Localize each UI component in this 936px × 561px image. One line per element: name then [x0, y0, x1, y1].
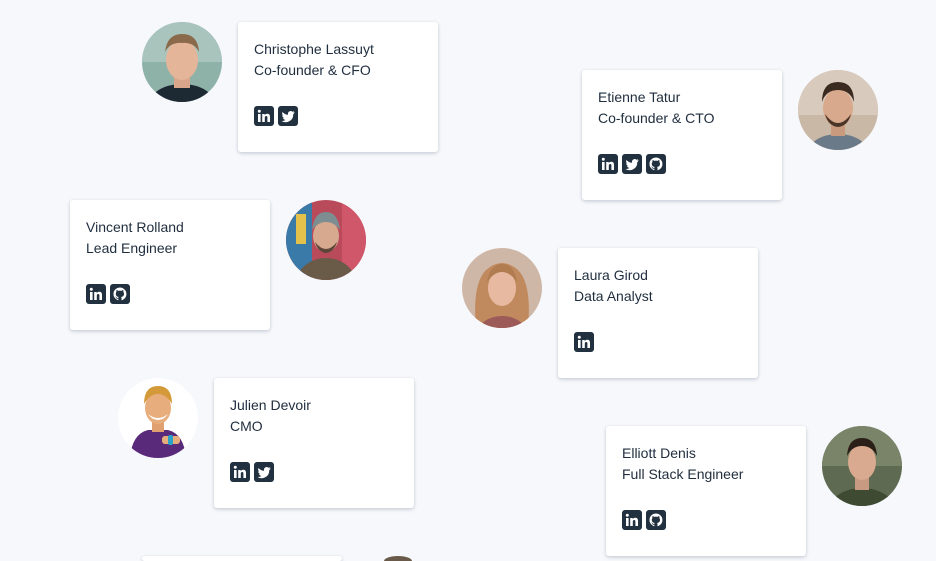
- linkedin-icon[interactable]: [598, 154, 618, 174]
- team-card: [142, 556, 342, 561]
- avatar: [798, 70, 878, 150]
- member-role: Data Analyst: [574, 288, 653, 304]
- github-icon[interactable]: [646, 154, 666, 174]
- team-card: Laura Girod Data Analyst: [558, 248, 758, 378]
- linkedin-icon[interactable]: [230, 462, 250, 482]
- social-links: [230, 462, 274, 482]
- avatar: [462, 248, 542, 328]
- team-card: Elliott Denis Full Stack Engineer: [606, 426, 806, 556]
- social-links: [574, 332, 594, 352]
- avatar: [358, 556, 438, 561]
- member-role: CMO: [230, 418, 263, 434]
- member-role: Co-founder & CTO: [598, 110, 715, 126]
- member-role: Lead Engineer: [86, 240, 178, 256]
- social-links: [622, 510, 666, 530]
- github-icon[interactable]: [110, 284, 130, 304]
- linkedin-icon[interactable]: [574, 332, 594, 352]
- twitter-icon[interactable]: [278, 106, 298, 126]
- avatar: [286, 200, 366, 280]
- member-name: Laura Girod: [574, 267, 648, 283]
- team-grid: Christophe Lassuyt Co-founder & CFO Etie…: [0, 0, 936, 561]
- github-icon[interactable]: [646, 510, 666, 530]
- linkedin-icon[interactable]: [622, 510, 642, 530]
- team-card: Vincent Rolland Lead Engineer: [70, 200, 270, 330]
- member-name: Elliott Denis: [622, 445, 696, 461]
- social-links: [86, 284, 130, 304]
- member-role: Full Stack Engineer: [622, 466, 744, 482]
- member-name: Julien Devoir: [230, 397, 311, 413]
- member-name: Christophe Lassuyt: [254, 41, 374, 57]
- social-links: [254, 106, 298, 126]
- member-name: Etienne Tatur: [598, 89, 681, 105]
- team-card: Julien Devoir CMO: [214, 378, 414, 508]
- linkedin-icon[interactable]: [86, 284, 106, 304]
- avatar: [822, 426, 902, 506]
- twitter-icon[interactable]: [254, 462, 274, 482]
- linkedin-icon[interactable]: [254, 106, 274, 126]
- twitter-icon[interactable]: [622, 154, 642, 174]
- social-links: [598, 154, 666, 174]
- avatar: [142, 22, 222, 102]
- member-name: Vincent Rolland: [86, 219, 184, 235]
- team-card: Christophe Lassuyt Co-founder & CFO: [238, 22, 438, 152]
- team-card: Etienne Tatur Co-founder & CTO: [582, 70, 782, 200]
- avatar: [118, 378, 198, 458]
- member-role: Co-founder & CFO: [254, 62, 371, 78]
